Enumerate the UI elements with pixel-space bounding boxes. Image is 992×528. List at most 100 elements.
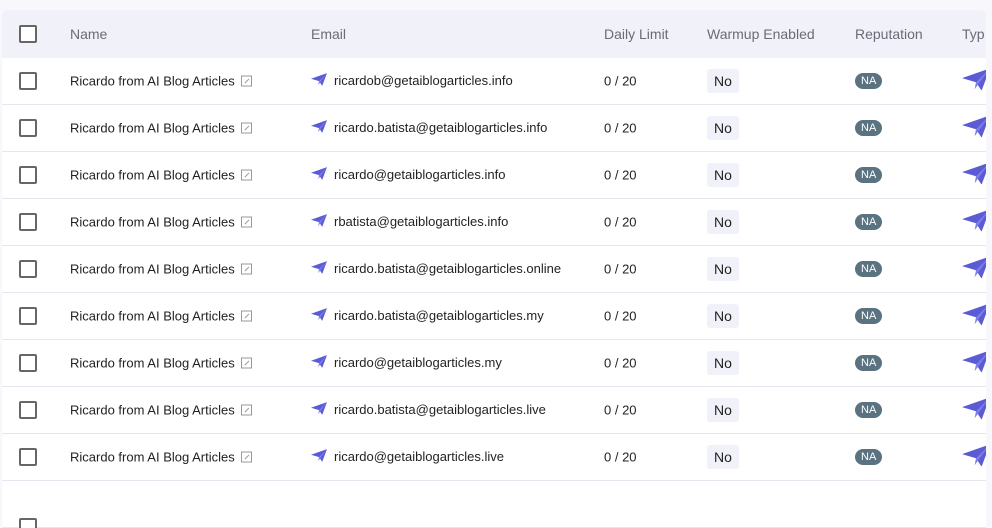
row-checkbox[interactable] xyxy=(19,166,37,184)
daily-limit: 0 / 20 xyxy=(604,167,637,183)
external-link-icon[interactable] xyxy=(240,357,252,369)
send-icon xyxy=(311,261,327,277)
warmup-badge: No xyxy=(707,257,739,281)
table-row[interactable]: Ricardo from AI Blog Articles ricardo@ge… xyxy=(2,434,986,481)
reputation-badge: NA xyxy=(855,355,883,371)
type-plane-icon xyxy=(962,350,986,375)
email-text: ricardo.batista@getaiblogarticles.my xyxy=(334,308,544,324)
external-link-icon[interactable] xyxy=(240,75,252,87)
warmup-badge: No xyxy=(707,351,739,375)
table-row[interactable]: Ricardo from AI Blog Articles ricardo.ba… xyxy=(2,246,986,293)
table-row[interactable]: Ricardo from AI Blog Articles ricardob@g… xyxy=(2,58,986,105)
external-link-icon[interactable] xyxy=(240,216,252,228)
warmup-badge: No xyxy=(707,163,739,187)
row-checkbox[interactable] xyxy=(19,518,37,528)
send-icon xyxy=(311,120,327,136)
email-text: ricardo@getaiblogarticles.live xyxy=(334,449,504,465)
row-checkbox[interactable] xyxy=(19,119,37,137)
column-header-type[interactable]: Typ xyxy=(962,26,985,42)
send-icon xyxy=(311,402,327,418)
account-email: ricardo@getaiblogarticles.live xyxy=(311,449,504,465)
account-name-text: Ricardo from AI Blog Articles xyxy=(70,402,235,418)
table-row[interactable]: Ricardo from AI Blog Articles ricardo.ba… xyxy=(2,293,986,340)
table-row[interactable]: Ricardo from AI Blog Articles ricardo.ba… xyxy=(2,105,986,152)
table-row[interactable]: Ricardo from AI Blog Articles ricardo@ge… xyxy=(2,152,986,199)
reputation-badge: NA xyxy=(855,214,883,230)
reputation-badge: NA xyxy=(855,402,883,418)
table-header: Name Email Daily Limit Warmup Enabled Re… xyxy=(2,10,986,58)
account-email: ricardo@getaiblogarticles.info xyxy=(311,167,505,183)
send-icon xyxy=(311,167,327,183)
account-name-text: Ricardo from AI Blog Articles xyxy=(70,167,235,183)
warmup-badge: No xyxy=(707,398,739,422)
type-plane-icon xyxy=(962,303,986,328)
daily-limit: 0 / 20 xyxy=(604,355,637,371)
account-name[interactable]: Ricardo from AI Blog Articles xyxy=(70,215,252,230)
warmup-badge: No xyxy=(707,69,739,93)
email-text: ricardo@getaiblogarticles.my xyxy=(334,355,502,371)
row-checkbox[interactable] xyxy=(19,72,37,90)
email-accounts-table: Name Email Daily Limit Warmup Enabled Re… xyxy=(2,10,986,528)
account-name-text: Ricardo from AI Blog Articles xyxy=(70,214,235,230)
table-row[interactable]: Ricardo from AI Blog Articles rbatista@g… xyxy=(2,199,986,246)
email-text: ricardo.batista@getaiblogarticles.info xyxy=(334,120,548,136)
row-checkbox[interactable] xyxy=(19,307,37,325)
table-row[interactable] xyxy=(2,481,986,528)
column-header-name[interactable]: Name xyxy=(70,26,107,42)
select-all-checkbox[interactable] xyxy=(19,25,37,43)
reputation-badge: NA xyxy=(855,308,883,324)
account-email: ricardo@getaiblogarticles.my xyxy=(311,355,502,371)
account-name[interactable]: Ricardo from AI Blog Articles xyxy=(70,356,252,371)
warmup-badge: No xyxy=(707,116,739,140)
external-link-icon[interactable] xyxy=(240,451,252,463)
row-checkbox[interactable] xyxy=(19,354,37,372)
account-email: ricardo.batista@getaiblogarticles.online xyxy=(311,261,561,277)
column-header-warmup[interactable]: Warmup Enabled xyxy=(707,26,815,42)
reputation-badge: NA xyxy=(855,167,883,183)
daily-limit: 0 / 20 xyxy=(604,214,637,230)
table-row[interactable]: Ricardo from AI Blog Articles ricardo@ge… xyxy=(2,340,986,387)
reputation-badge: NA xyxy=(855,261,883,277)
send-icon xyxy=(311,73,327,89)
account-name-text: Ricardo from AI Blog Articles xyxy=(70,73,235,89)
column-header-reputation[interactable]: Reputation xyxy=(855,26,923,42)
type-plane-icon xyxy=(962,397,986,422)
daily-limit: 0 / 20 xyxy=(604,73,637,89)
external-link-icon[interactable] xyxy=(240,263,252,275)
account-name-text: Ricardo from AI Blog Articles xyxy=(70,449,235,465)
table-body: Ricardo from AI Blog Articles ricardob@g… xyxy=(2,58,986,528)
warmup-badge: No xyxy=(707,304,739,328)
reputation-badge: NA xyxy=(855,449,883,465)
type-plane-icon xyxy=(962,444,986,469)
email-text: ricardo.batista@getaiblogarticles.online xyxy=(334,261,562,277)
account-name[interactable]: Ricardo from AI Blog Articles xyxy=(70,121,252,136)
external-link-icon[interactable] xyxy=(240,122,252,134)
account-name-text: Ricardo from AI Blog Articles xyxy=(70,355,235,371)
account-name[interactable]: Ricardo from AI Blog Articles xyxy=(70,450,252,465)
account-name[interactable]: Ricardo from AI Blog Articles xyxy=(70,403,252,418)
external-link-icon[interactable] xyxy=(240,404,252,416)
email-text: rbatista@getaiblogarticles.info xyxy=(334,214,509,230)
row-checkbox[interactable] xyxy=(19,448,37,466)
external-link-icon[interactable] xyxy=(240,310,252,322)
row-checkbox[interactable] xyxy=(19,213,37,231)
account-name[interactable]: Ricardo from AI Blog Articles xyxy=(70,262,252,277)
account-email: ricardo.batista@getaiblogarticles.info xyxy=(311,120,547,136)
column-header-daily-limit[interactable]: Daily Limit xyxy=(604,26,669,42)
row-checkbox[interactable] xyxy=(19,401,37,419)
daily-limit: 0 / 20 xyxy=(604,261,637,277)
type-plane-icon xyxy=(962,115,986,140)
warmup-badge: No xyxy=(707,210,739,234)
account-name-text: Ricardo from AI Blog Articles xyxy=(70,308,235,324)
account-name[interactable]: Ricardo from AI Blog Articles xyxy=(70,74,252,89)
table-row[interactable]: Ricardo from AI Blog Articles ricardo.ba… xyxy=(2,387,986,434)
account-name-text: Ricardo from AI Blog Articles xyxy=(70,261,235,277)
type-plane-icon xyxy=(962,68,986,93)
column-header-email[interactable]: Email xyxy=(311,26,346,42)
account-name[interactable]: Ricardo from AI Blog Articles xyxy=(70,168,252,183)
type-plane-icon xyxy=(962,209,986,234)
daily-limit: 0 / 20 xyxy=(604,449,637,465)
row-checkbox[interactable] xyxy=(19,260,37,278)
account-name[interactable]: Ricardo from AI Blog Articles xyxy=(70,309,252,324)
external-link-icon[interactable] xyxy=(240,169,252,181)
